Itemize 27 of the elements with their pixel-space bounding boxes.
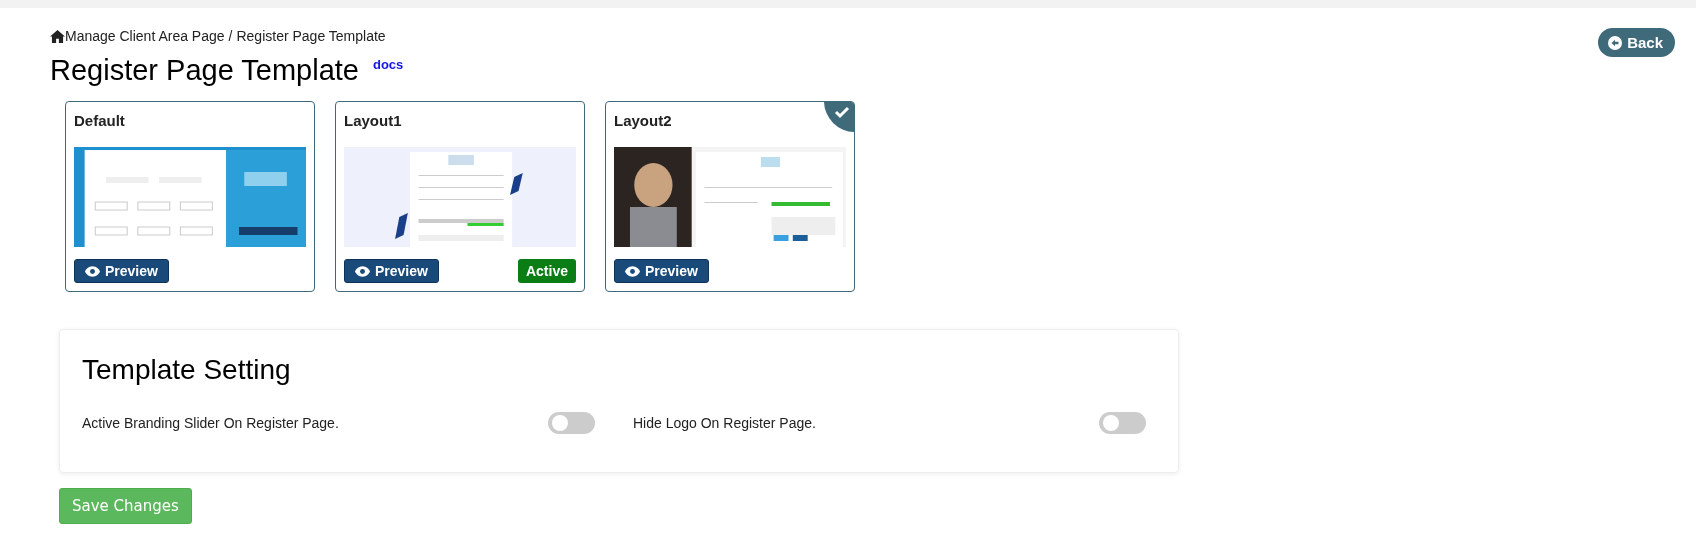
toggle-label: Active Branding Slider On Register Page.: [82, 415, 339, 431]
status-badge: Active: [517, 259, 576, 283]
check-corner-icon: [824, 102, 854, 132]
back-button[interactable]: Back: [1598, 28, 1675, 57]
template-name: Layout1: [344, 112, 403, 129]
preview-button[interactable]: Preview: [74, 259, 169, 283]
preview-button[interactable]: Preview: [344, 259, 439, 283]
panel-title: Template Setting: [82, 354, 292, 386]
template-name: Default: [74, 112, 126, 129]
template-card[interactable]: Default Preview: [65, 101, 315, 292]
preview-button[interactable]: Preview: [614, 259, 709, 283]
toggle-switch[interactable]: [1099, 412, 1146, 434]
template-card[interactable]: Layout1 Preview Active: [335, 101, 585, 292]
eye-icon: [355, 265, 370, 277]
eye-icon: [625, 265, 640, 277]
breadcrumb-link[interactable]: Manage Client Area Page: [65, 28, 225, 44]
toggle-label: Hide Logo On Register Page.: [633, 415, 816, 431]
template-card[interactable]: Layout2 Preview: [605, 101, 855, 292]
home-icon[interactable]: [50, 29, 65, 43]
breadcrumb-separator: /: [228, 28, 233, 44]
toggle-switch[interactable]: [548, 412, 595, 434]
arrow-left-circle-icon: [1608, 35, 1623, 50]
docs-link[interactable]: docs: [373, 57, 404, 72]
breadcrumb-current: Register Page Template: [236, 28, 386, 44]
eye-icon: [85, 265, 100, 277]
template-name: Layout2: [614, 112, 673, 129]
page-title: Register Page Template: [50, 54, 359, 87]
